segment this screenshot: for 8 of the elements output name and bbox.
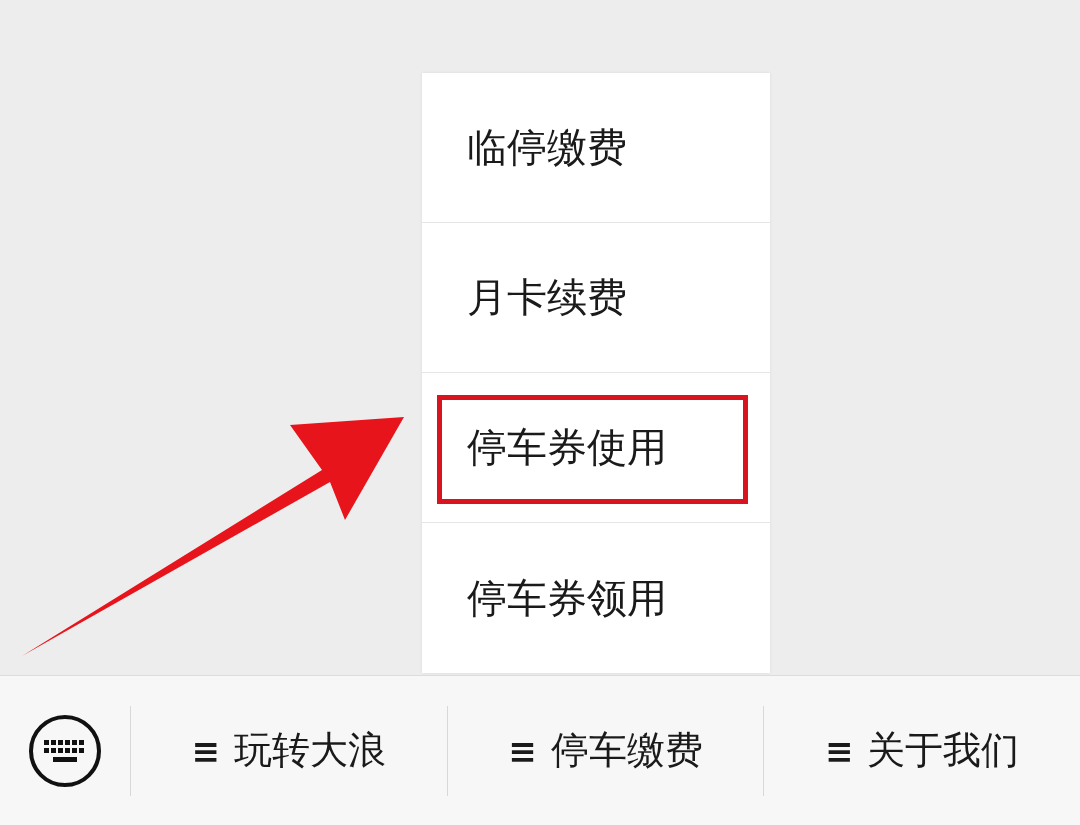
keyboard-icon[interactable] <box>28 713 102 788</box>
bottom-menu-item[interactable]: ≡ 停车缴费 <box>447 705 765 796</box>
bottom-menu-item[interactable]: ≡ 玩转大浪 <box>131 705 448 796</box>
bottom-menu-item[interactable]: ≡ 关于我们 <box>764 705 1080 796</box>
menu-item[interactable]: 停车券领用 <box>422 523 770 673</box>
menu-item[interactable]: 月卡续费 <box>422 223 770 373</box>
menu-item[interactable]: 停车券使用 <box>422 373 770 523</box>
menu-item[interactable]: 临停缴费 <box>422 73 770 223</box>
